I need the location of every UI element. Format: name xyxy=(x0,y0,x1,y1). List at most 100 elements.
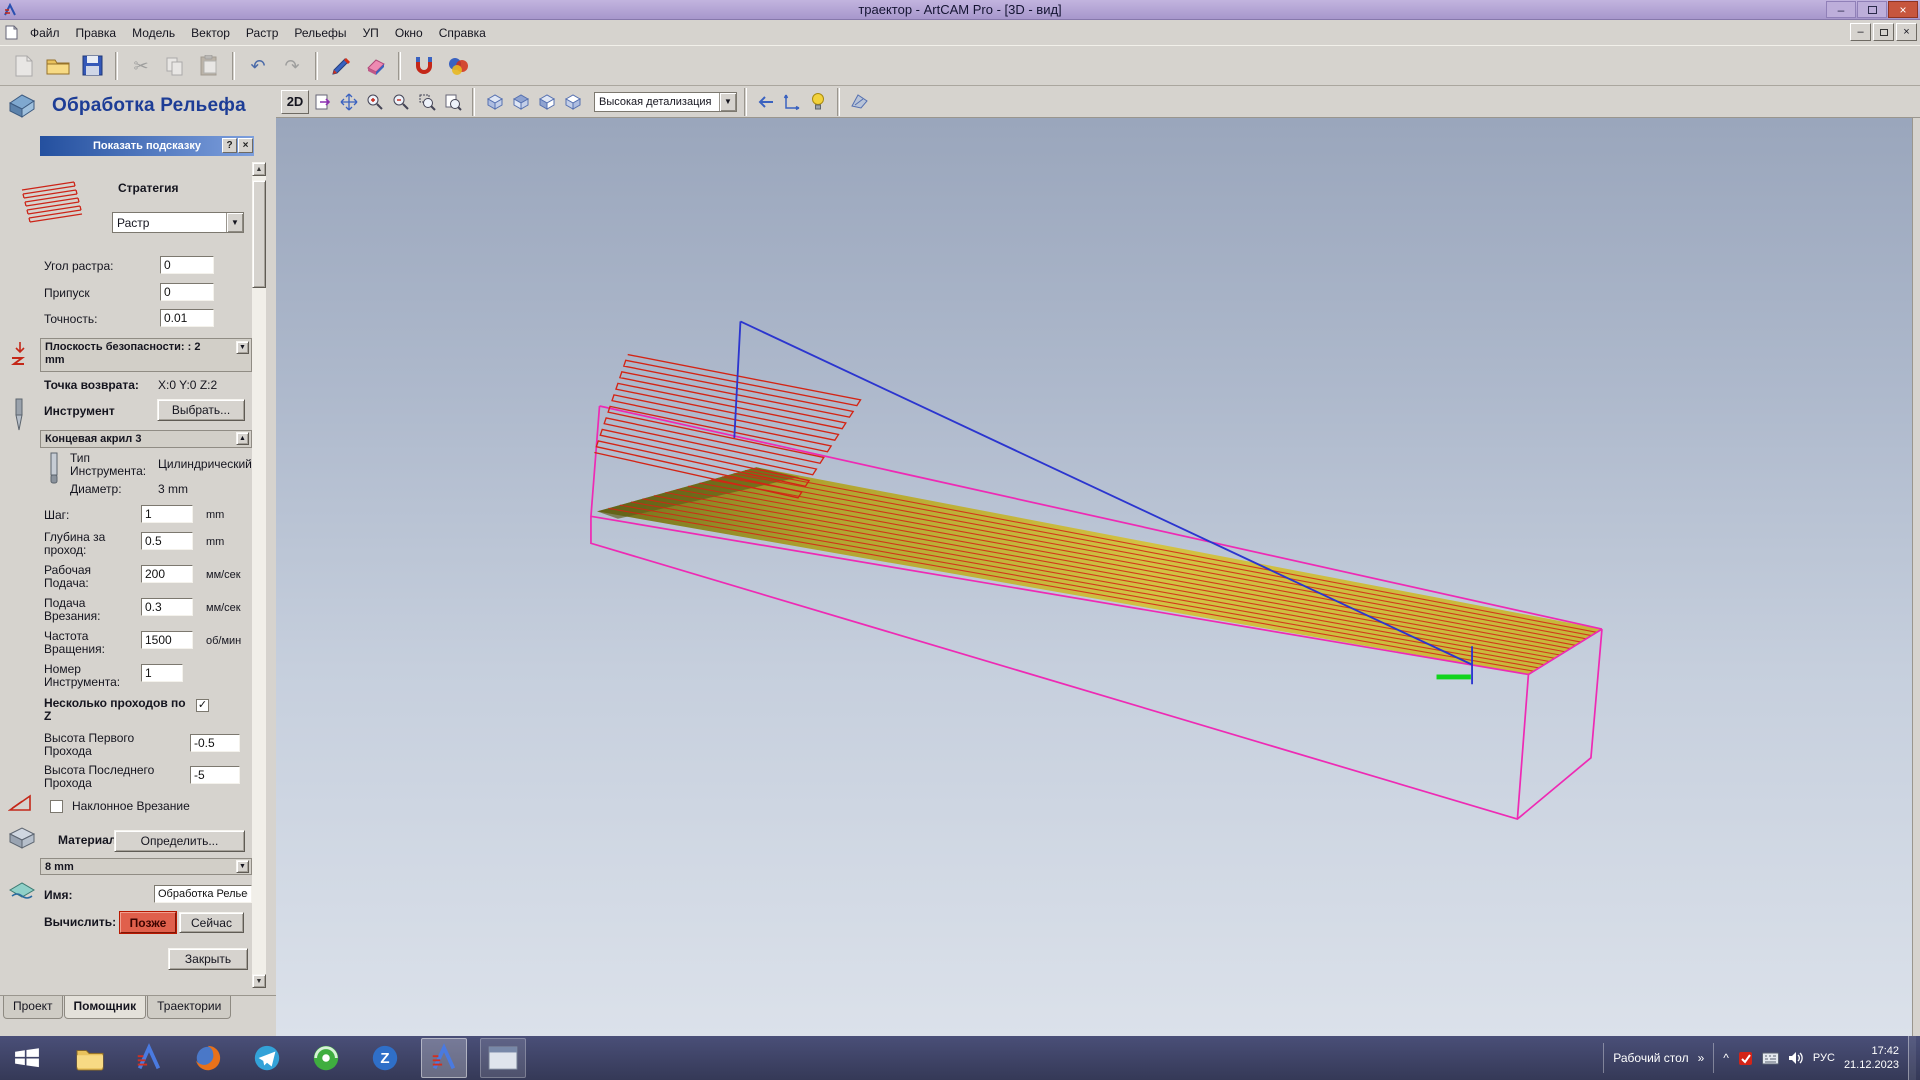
maximize-button[interactable] xyxy=(1857,1,1887,18)
mdi-minimize-button[interactable]: – xyxy=(1850,23,1871,41)
scrollbar-thumb[interactable] xyxy=(252,180,266,288)
menu-reliefs[interactable]: Рельефы xyxy=(286,22,354,44)
tool-select-button[interactable]: Выбрать... xyxy=(157,399,245,421)
step-label: Шаг: xyxy=(44,509,136,522)
stepdown-input[interactable] xyxy=(141,532,193,550)
taskbar-sphere-icon[interactable] xyxy=(303,1038,349,1078)
antivirus-tray-icon[interactable] xyxy=(1738,1051,1753,1066)
plunge-input[interactable] xyxy=(141,598,193,616)
expand-section-icon[interactable]: ▼ xyxy=(236,860,249,873)
save-button[interactable] xyxy=(76,50,108,82)
light-icon[interactable] xyxy=(806,90,830,114)
zoom-extents-icon[interactable] xyxy=(441,90,465,114)
tab-project[interactable]: Проект xyxy=(3,996,63,1019)
material-thickness-header[interactable]: 8 mm ▼ xyxy=(40,858,252,875)
start-button[interactable] xyxy=(0,1036,54,1080)
copy-button[interactable] xyxy=(159,50,191,82)
menu-edit[interactable]: Правка xyxy=(68,22,125,44)
zoom-out-icon[interactable] xyxy=(389,90,413,114)
taskbar-explorer-icon[interactable] xyxy=(67,1038,113,1078)
taskbar-artcam-active-icon[interactable] xyxy=(421,1038,467,1078)
menu-window[interactable]: Окно xyxy=(387,22,431,44)
scroll-down-icon[interactable]: ▼ xyxy=(252,974,266,988)
clock[interactable]: 17:42 21.12.2023 xyxy=(1844,1044,1899,1072)
iso-view-1-icon[interactable] xyxy=(482,90,506,114)
volume-icon[interactable] xyxy=(1788,1051,1804,1065)
menu-nc[interactable]: УП xyxy=(355,22,387,44)
taskbar-z-app-icon[interactable]: Z xyxy=(362,1038,408,1078)
help-button[interactable]: ? xyxy=(222,138,237,153)
spindle-input[interactable] xyxy=(141,631,193,649)
expand-section-icon[interactable]: ▼ xyxy=(236,341,249,354)
magnet-tool-button[interactable] xyxy=(408,50,440,82)
undo-button[interactable]: ↶ xyxy=(242,50,274,82)
tray-expand-icon[interactable]: ^ xyxy=(1723,1051,1729,1065)
menu-vector[interactable]: Вектор xyxy=(183,22,238,44)
collapse-section-icon[interactable]: ▲ xyxy=(236,432,249,445)
taskbar-window-app-icon[interactable] xyxy=(480,1038,526,1078)
chevron-down-icon[interactable]: ▼ xyxy=(226,213,243,232)
menu-file[interactable]: Файл xyxy=(22,22,68,44)
first-pass-input[interactable] xyxy=(190,734,240,752)
iso-view-4-icon[interactable] xyxy=(560,90,584,114)
allowance-input[interactable] xyxy=(160,283,214,301)
safe-plane-header[interactable]: Плоскость безопасности: : 2 mm ▼ xyxy=(40,338,252,372)
zoom-in-icon[interactable] xyxy=(363,90,387,114)
panel-scrollbar[interactable]: ▲ ▼ xyxy=(252,162,266,988)
last-pass-input[interactable] xyxy=(190,766,240,784)
axes-origin-icon[interactable] xyxy=(780,90,804,114)
close-panel-button[interactable]: Закрыть xyxy=(168,948,248,970)
menu-raster[interactable]: Растр xyxy=(238,22,286,44)
close-button[interactable]: × xyxy=(1888,1,1918,18)
pan-icon[interactable] xyxy=(337,90,361,114)
3d-viewport[interactable] xyxy=(276,118,1912,1036)
minimize-button[interactable]: – xyxy=(1826,1,1856,18)
calculate-later-button[interactable]: Позже xyxy=(120,912,176,933)
scroll-up-icon[interactable]: ▲ xyxy=(252,162,266,176)
step-input[interactable] xyxy=(141,505,193,523)
feed-input[interactable] xyxy=(141,565,193,583)
taskbar-artcam-icon[interactable] xyxy=(126,1038,172,1078)
iso-view-2-icon[interactable] xyxy=(508,90,532,114)
paste-button[interactable] xyxy=(193,50,225,82)
eraser-button[interactable] xyxy=(359,50,391,82)
shade-toggle-icon[interactable] xyxy=(847,90,871,114)
tip-close-button[interactable]: × xyxy=(238,138,253,153)
taskbar-telegram-icon[interactable] xyxy=(244,1038,290,1078)
material-define-button[interactable]: Определить... xyxy=(114,830,245,852)
redo-button[interactable]: ↷ xyxy=(276,50,308,82)
toolbar-overflow-chevron[interactable]: » xyxy=(1698,1051,1705,1065)
chevron-down-icon[interactable]: ▼ xyxy=(719,93,736,111)
ramp-checkbox[interactable] xyxy=(50,800,63,813)
desktop-toolbar-label[interactable]: Рабочий стол xyxy=(1613,1051,1688,1065)
raster-angle-input[interactable] xyxy=(160,256,214,274)
cut-button[interactable]: ✂ xyxy=(125,50,157,82)
print-preview-icon[interactable] xyxy=(311,90,335,114)
mdi-restore-button[interactable] xyxy=(1873,23,1894,41)
detail-level-dropdown[interactable]: Высокая детализация ▼ xyxy=(594,92,737,112)
mdi-close-button[interactable]: × xyxy=(1896,23,1917,41)
calculate-now-button[interactable]: Сейчас xyxy=(179,912,244,933)
tool-number-input[interactable] xyxy=(141,664,183,682)
menu-model[interactable]: Модель xyxy=(124,22,183,44)
artcam-logo-button[interactable] xyxy=(442,50,474,82)
open-button[interactable] xyxy=(42,50,74,82)
tab-toolpaths[interactable]: Траектории xyxy=(147,996,231,1019)
tolerance-input[interactable] xyxy=(160,309,214,327)
iso-view-3-icon[interactable] xyxy=(534,90,558,114)
show-desktop-button[interactable] xyxy=(1908,1036,1916,1080)
menu-help[interactable]: Справка xyxy=(431,22,494,44)
strategy-dropdown[interactable]: Растр ▼ xyxy=(112,212,244,233)
tool-name-header[interactable]: Концевая акрил 3 ▲ xyxy=(40,430,252,448)
name-input[interactable] xyxy=(154,885,252,903)
previous-view-icon[interactable] xyxy=(754,90,778,114)
sculpt-knife-button[interactable] xyxy=(325,50,357,82)
taskbar-firefox-icon[interactable] xyxy=(185,1038,231,1078)
2d-view-button[interactable]: 2D xyxy=(281,90,309,114)
zoom-window-icon[interactable] xyxy=(415,90,439,114)
language-indicator[interactable]: РУС xyxy=(1813,1052,1835,1064)
multipass-checkbox[interactable]: ✓ xyxy=(196,699,209,712)
tab-assistant[interactable]: Помощник xyxy=(64,996,147,1019)
new-model-button[interactable] xyxy=(8,50,40,82)
keyboard-tray-icon[interactable] xyxy=(1762,1052,1779,1065)
